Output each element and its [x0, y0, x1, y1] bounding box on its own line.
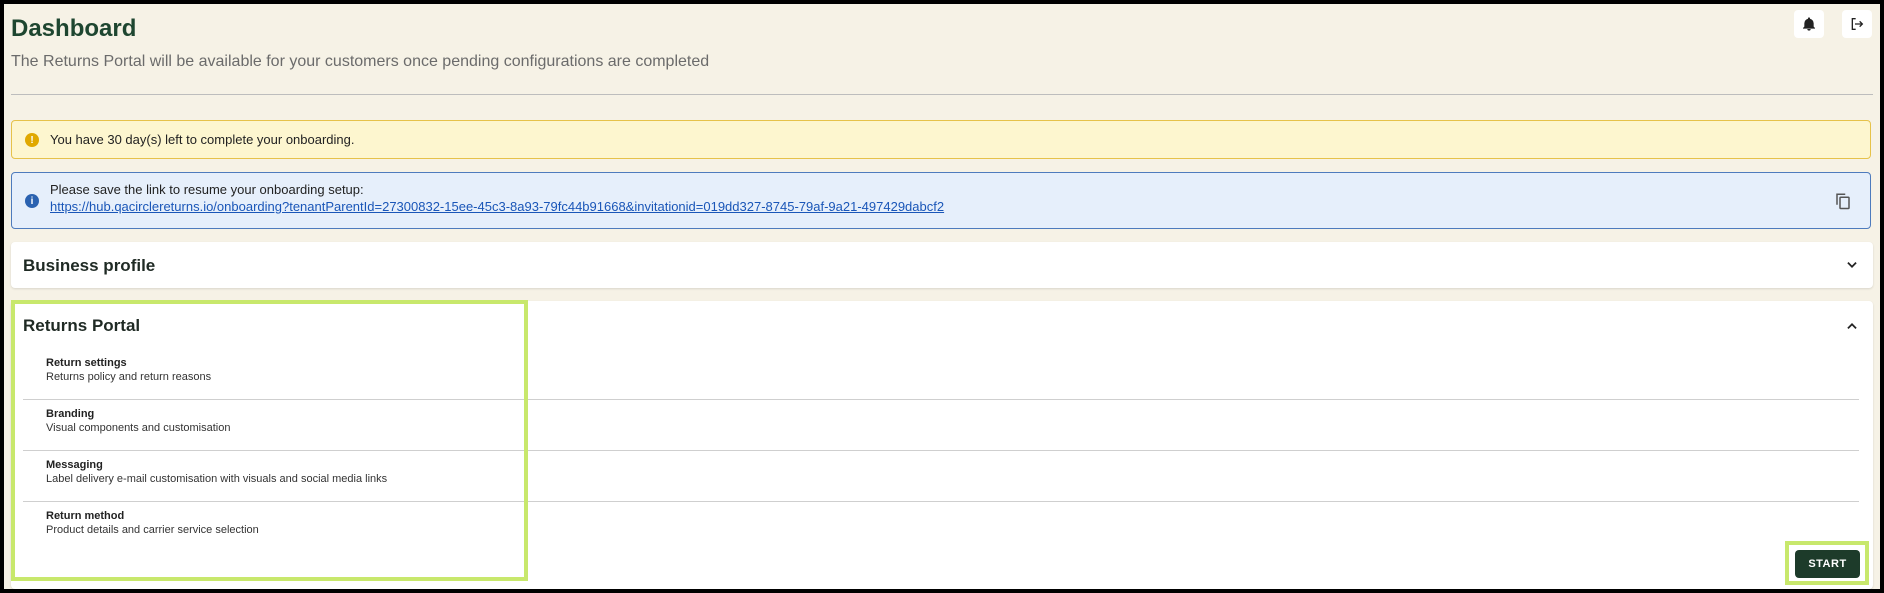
step-return-method[interactable]: Return method Product details and carrie…	[23, 502, 1859, 553]
notifications-button[interactable]	[1794, 10, 1824, 38]
onboarding-days-alert: ! You have 30 day(s) left to complete yo…	[11, 120, 1871, 159]
alert-info-text: Please save the link to resume your onbo…	[50, 182, 364, 197]
exclamation-icon: !	[25, 133, 39, 147]
returns-portal-section: Returns Portal Return settings Returns p…	[11, 301, 1873, 589]
returns-portal-title: Returns Portal	[23, 316, 141, 335]
returns-portal-steps: Return settings Returns policy and retur…	[23, 349, 1859, 553]
app-frame: Dashboard The Returns Portal will be ava…	[4, 4, 1880, 589]
step-title: Return method	[46, 510, 125, 522]
chevron-down-icon[interactable]	[1845, 258, 1859, 272]
business-profile-title: Business profile	[23, 256, 156, 275]
page-subtitle: The Returns Portal will be available for…	[11, 53, 710, 70]
step-description: Visual components and customisation	[46, 422, 231, 434]
step-messaging[interactable]: Messaging Label delivery e-mail customis…	[23, 451, 1859, 502]
header-divider	[11, 94, 1873, 95]
copy-icon[interactable]	[1834, 191, 1852, 211]
onboarding-resume-link[interactable]: https://hub.qacirclereturns.io/onboardin…	[50, 199, 944, 214]
step-description: Returns policy and return reasons	[46, 371, 212, 383]
page-title: Dashboard	[11, 15, 137, 42]
logout-button[interactable]	[1842, 10, 1872, 38]
step-return-settings[interactable]: Return settings Returns policy and retur…	[23, 349, 1859, 400]
logout-icon	[1851, 18, 1864, 30]
chevron-up-icon[interactable]	[1845, 319, 1859, 333]
alert-warning-text: You have 30 day(s) left to complete your…	[50, 132, 355, 147]
resume-link-alert: i Please save the link to resume your on…	[11, 172, 1871, 229]
step-branding[interactable]: Branding Visual components and customisa…	[23, 400, 1859, 451]
info-icon: i	[25, 194, 39, 208]
bell-icon	[1803, 17, 1815, 31]
step-title: Messaging	[46, 459, 103, 471]
step-description: Label delivery e-mail customisation with…	[46, 473, 388, 485]
start-button[interactable]: START	[1795, 550, 1860, 578]
step-description: Product details and carrier service sele…	[46, 524, 259, 536]
business-profile-section[interactable]: Business profile	[11, 242, 1873, 288]
step-title: Return settings	[46, 357, 127, 369]
step-title: Branding	[46, 408, 95, 420]
